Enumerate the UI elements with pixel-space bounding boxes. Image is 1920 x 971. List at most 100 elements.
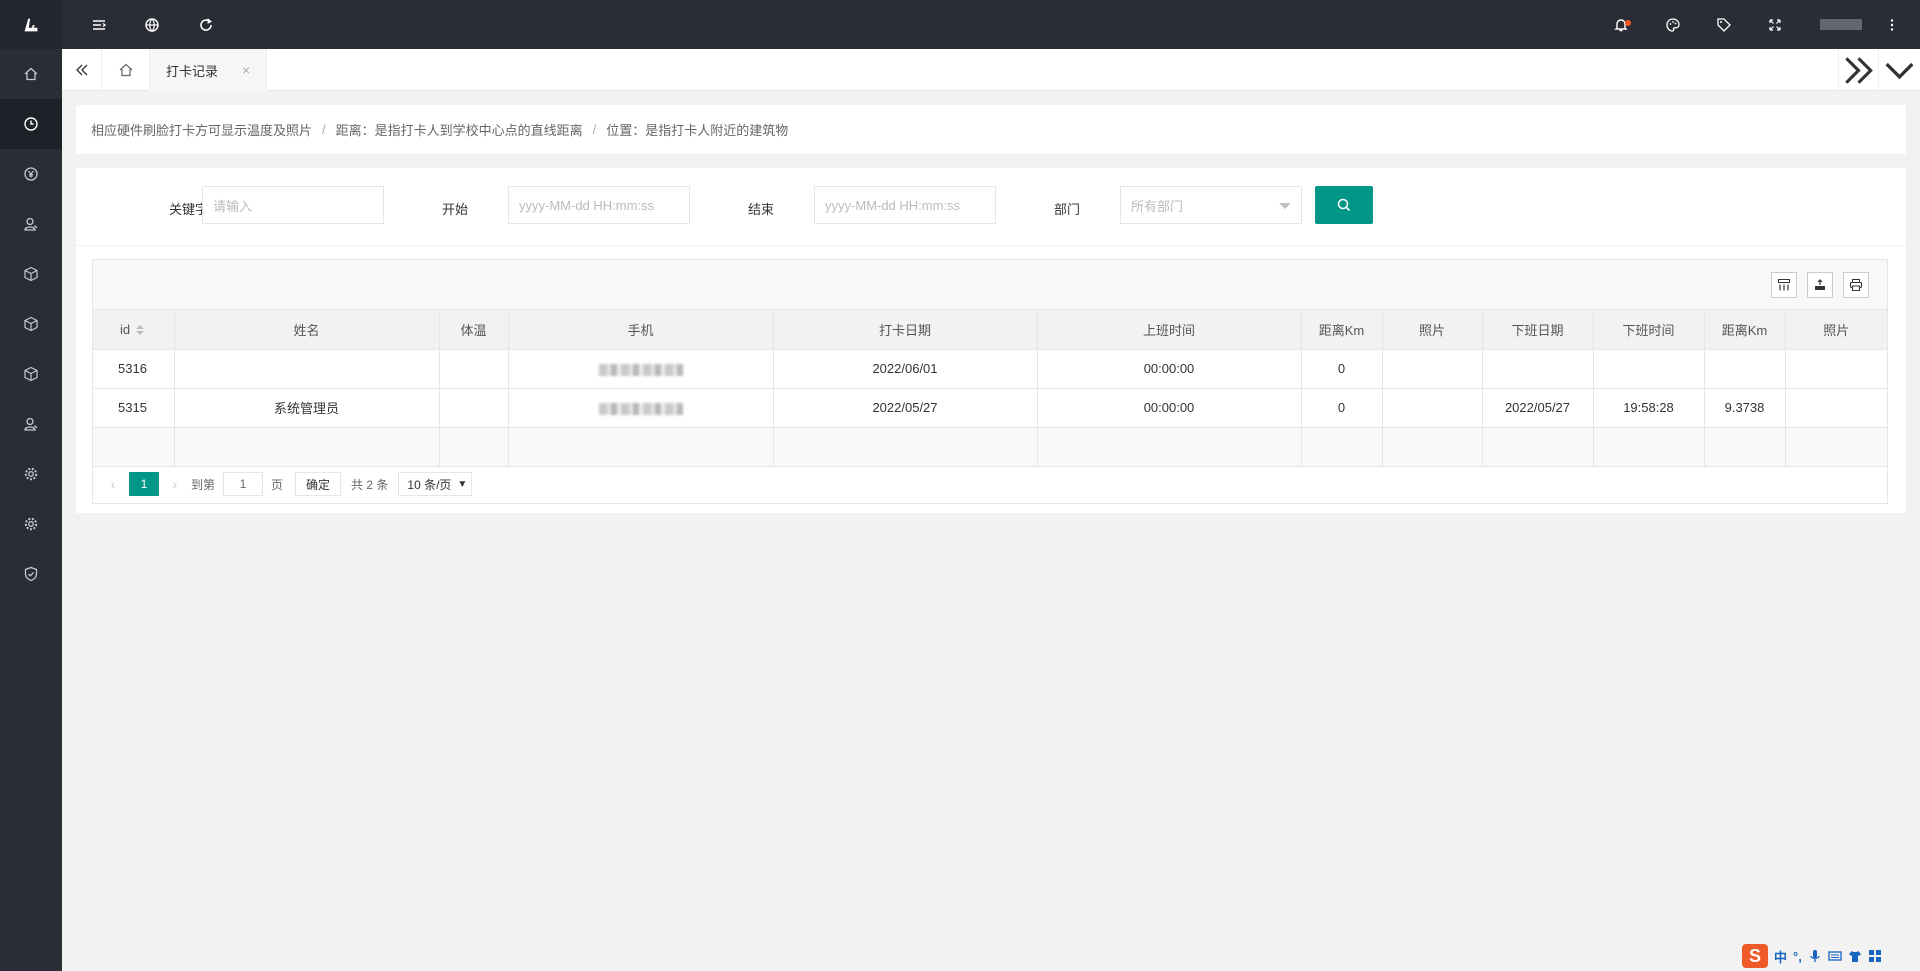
table-row[interactable]: 5316 2022/06/01 00:00:00 0 <box>93 348 1887 389</box>
fullscreen-button[interactable] <box>1755 0 1795 49</box>
sidebar-item-settings-2[interactable] <box>0 499 62 549</box>
department-select[interactable]: 所有部门 <box>1120 186 1302 224</box>
page-unit-label: 页 <box>271 477 284 492</box>
main-content: 相应硬件刷脸打卡方可显示温度及照片 / 距离：是指打卡人到学校中心点的直线距离 … <box>62 91 1920 971</box>
cell-out-distance: 9.3738 <box>1703 387 1786 428</box>
tab-home[interactable] <box>102 49 150 91</box>
sidebar-item-module-1[interactable] <box>0 249 62 299</box>
tab-menu-button[interactable] <box>1878 49 1920 91</box>
notification-button[interactable] <box>1601 0 1641 49</box>
total-count: 共 2 条 <box>351 477 389 492</box>
cell-in-time: 00:00:00 <box>1036 348 1302 389</box>
column-header: 照片 <box>1784 310 1887 350</box>
globe-icon <box>145 17 159 32</box>
column-header: 姓名 <box>173 310 440 350</box>
notice-breadcrumb: 相应硬件刷脸打卡方可显示温度及照片 / 距离：是指打卡人到学校中心点的直线距离 … <box>76 105 1906 154</box>
cell-in-distance: 0 <box>1300 348 1383 389</box>
cell-in-photo <box>1381 387 1483 428</box>
menu-toggle-button[interactable] <box>79 0 119 49</box>
user-avatar[interactable] <box>1820 19 1862 30</box>
goto-page-input[interactable]: 1 <box>223 472 264 496</box>
column-header: 距离Km <box>1703 310 1786 350</box>
sidebar-item-attendance[interactable] <box>0 99 62 149</box>
next-page-button[interactable]: › <box>167 476 183 492</box>
skin-icon[interactable] <box>1848 949 1862 963</box>
tab-attendance-records[interactable]: 打卡记录 × <box>150 49 268 91</box>
search-button[interactable] <box>1315 186 1373 224</box>
gear-icon <box>24 517 38 531</box>
close-icon[interactable]: × <box>242 62 250 78</box>
refresh-icon <box>200 17 212 31</box>
sidebar-item-module-2[interactable] <box>0 299 62 349</box>
cell-in-photo <box>1381 348 1483 389</box>
sidebar-item-settings-1[interactable] <box>0 449 62 499</box>
tab-scroll-left-button[interactable] <box>62 49 102 91</box>
keyword-label: 关键字 <box>168 202 208 217</box>
sidebar-item-users[interactable] <box>0 199 62 249</box>
refresh-button[interactable] <box>186 0 226 49</box>
microphone-icon[interactable] <box>1808 949 1822 963</box>
shield-icon <box>24 566 38 582</box>
columns-icon <box>1778 279 1790 291</box>
keyboard-icon[interactable] <box>1828 949 1842 963</box>
cell-in-distance: 0 <box>1300 387 1383 428</box>
table-row[interactable]: 5315 系统管理员 2022/05/27 00:00:00 0 2022/05… <box>93 387 1887 428</box>
sidebar-item-module-3[interactable] <box>0 349 62 399</box>
keyword-input[interactable]: 请输入 <box>202 186 384 224</box>
prev-page-button[interactable]: ‹ <box>105 476 121 492</box>
sidebar-item-security[interactable] <box>0 549 62 599</box>
start-label: 开始 <box>441 202 468 217</box>
theme-button[interactable] <box>1653 0 1693 49</box>
page-size-select[interactable]: 10 条/页 ▼ <box>398 472 473 496</box>
sogou-ime-icon[interactable]: S <box>1742 944 1768 968</box>
cell-name: 系统管理员 <box>173 387 440 428</box>
page-number-current[interactable]: 1 <box>129 472 159 496</box>
more-button[interactable] <box>1872 0 1912 49</box>
cell-temperature <box>438 348 509 389</box>
column-header: 下班时间 <box>1592 310 1705 350</box>
ime-mode-icon[interactable]: 中 <box>1774 947 1787 966</box>
records-table: id 姓名 体温 手机 打卡日期 上班时间 距离Km 照片 下班日期 下班时间 … <box>93 310 1887 467</box>
tab-label: 打卡记录 <box>166 63 219 79</box>
grid-menu-icon[interactable] <box>1868 949 1882 963</box>
cube-icon <box>24 316 38 332</box>
sidebar-item-members[interactable] <box>0 399 62 449</box>
column-header: 下班日期 <box>1481 310 1594 350</box>
end-date-input[interactable]: yyyy-MM-dd HH:mm:ss <box>814 186 996 224</box>
column-header-id[interactable]: id <box>93 310 175 350</box>
redacted-phone <box>598 363 683 376</box>
tag-icon <box>1717 17 1731 32</box>
tab-scroll-right-button[interactable] <box>1838 49 1878 91</box>
language-button[interactable] <box>132 0 172 49</box>
export-button[interactable] <box>1807 272 1833 298</box>
clock-icon <box>24 117 38 131</box>
goto-confirm-button[interactable]: 确定 <box>295 472 342 496</box>
print-button[interactable] <box>1843 272 1869 298</box>
sidebar-item-finance[interactable] <box>0 149 62 199</box>
table-footer-row <box>93 426 1887 467</box>
cell-date: 2022/06/01 <box>772 348 1038 389</box>
sort-icon[interactable] <box>136 325 145 336</box>
notice-item: 位置：是指打卡人附近的建筑物 <box>606 123 789 138</box>
cell-id: 5316 <box>93 348 175 389</box>
tab-bar: 打卡记录 × <box>62 49 1920 91</box>
cell-out-distance <box>1703 348 1786 389</box>
start-date-input[interactable]: yyyy-MM-dd HH:mm:ss <box>508 186 690 224</box>
ime-toolbar: S 中 °, <box>1742 944 1882 968</box>
sidebar-item-home[interactable] <box>0 49 62 99</box>
notification-dot <box>1625 20 1631 26</box>
notice-separator: / <box>592 122 597 137</box>
ime-punctuation-icon[interactable]: °, <box>1793 949 1802 964</box>
notice-separator: / <box>322 122 326 137</box>
cell-id: 5315 <box>93 387 175 428</box>
column-filter-button[interactable] <box>1771 272 1797 298</box>
cell-out-time: 19:58:28 <box>1592 387 1705 428</box>
cell-out-date <box>1481 348 1594 389</box>
user-icon <box>24 417 38 431</box>
logo[interactable] <box>0 0 62 49</box>
export-icon <box>1815 279 1825 290</box>
table-toolbar <box>93 260 1887 310</box>
dropdown-arrow-icon <box>1279 203 1291 209</box>
tag-button[interactable] <box>1704 0 1744 49</box>
double-chevron-left-icon <box>75 64 87 76</box>
